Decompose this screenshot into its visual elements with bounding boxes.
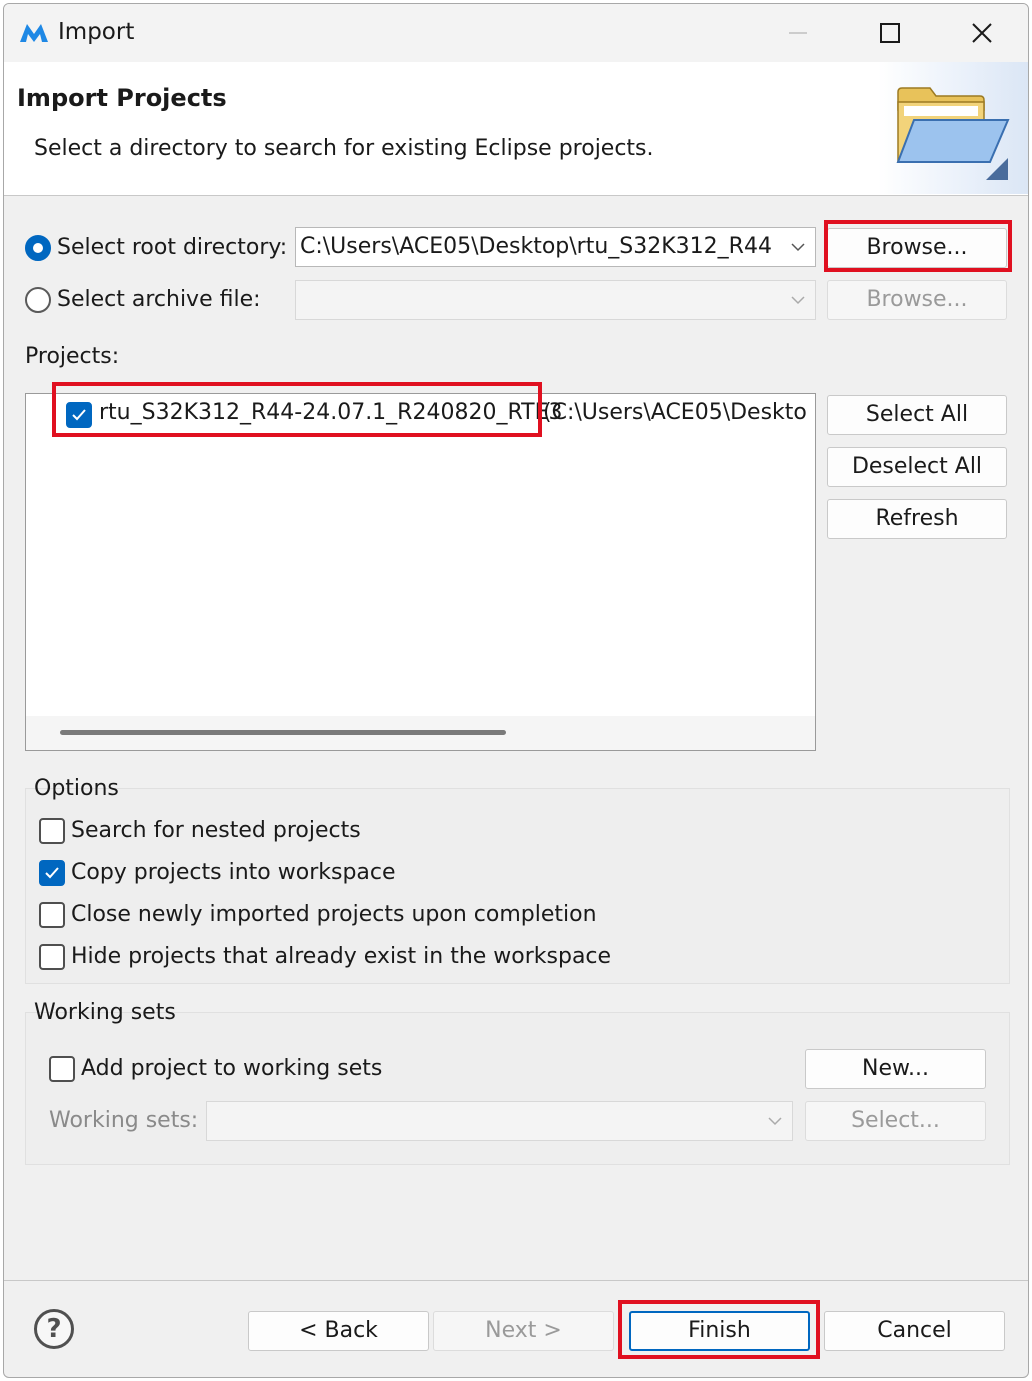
refresh-button[interactable]: Refresh bbox=[827, 499, 1007, 539]
browse-archive-button[interactable]: Browse... bbox=[827, 280, 1007, 320]
select-all-button[interactable]: Select All bbox=[827, 395, 1007, 435]
select-working-sets-button[interactable]: Select... bbox=[805, 1101, 986, 1141]
page-description: Select a directory to search for existin… bbox=[34, 136, 654, 161]
select-root-directory-label: Select root directory: bbox=[57, 235, 288, 260]
maximize-icon bbox=[880, 23, 900, 43]
browse-directory-button[interactable]: Browse... bbox=[827, 228, 1007, 268]
project-name[interactable]: rtu_S32K312_R44-24.07.1_R240820_RTE3 bbox=[99, 400, 562, 425]
app-logo-icon bbox=[20, 24, 48, 42]
projects-label: Projects: bbox=[25, 344, 120, 369]
search-nested-label: Search for nested projects bbox=[71, 818, 361, 843]
next-button[interactable]: Next > bbox=[433, 1311, 614, 1351]
select-archive-file-radio[interactable] bbox=[25, 287, 51, 313]
finish-button[interactable]: Finish bbox=[629, 1311, 810, 1351]
chevron-down-icon bbox=[768, 1117, 782, 1126]
copy-into-workspace-checkbox[interactable] bbox=[39, 860, 65, 886]
cancel-button[interactable]: Cancel bbox=[824, 1311, 1005, 1351]
projects-list[interactable]: rtu_S32K312_R44-24.07.1_R240820_RTE3 (C:… bbox=[25, 393, 816, 751]
search-nested-checkbox[interactable] bbox=[39, 818, 65, 844]
back-button[interactable]: < Back bbox=[248, 1311, 429, 1351]
footer-separator bbox=[4, 1280, 1028, 1281]
project-checkbox[interactable] bbox=[66, 402, 92, 428]
new-working-set-button[interactable]: New... bbox=[805, 1049, 986, 1089]
project-path: (C:\Users\ACE05\Deskto bbox=[543, 400, 807, 425]
horizontal-scrollbar[interactable] bbox=[26, 716, 815, 750]
minimize-button[interactable] bbox=[752, 4, 844, 62]
combo-dropdown-arrow[interactable] bbox=[781, 228, 815, 266]
options-title: Options bbox=[34, 776, 119, 801]
select-root-directory-radio[interactable] bbox=[25, 235, 51, 261]
scrollbar-thumb[interactable] bbox=[60, 730, 506, 735]
working-sets-label: Working sets: bbox=[49, 1108, 199, 1133]
archive-file-combo[interactable] bbox=[295, 280, 816, 320]
chevron-down-icon bbox=[791, 243, 805, 252]
close-button[interactable] bbox=[936, 4, 1028, 62]
wizard-header: Import Projects Select a directory to se… bbox=[4, 62, 1028, 196]
page-title: Import Projects bbox=[17, 84, 227, 112]
select-archive-file-label: Select archive file: bbox=[57, 287, 261, 312]
close-icon bbox=[972, 23, 992, 43]
deselect-all-button[interactable]: Deselect All bbox=[827, 447, 1007, 487]
checkmark-icon bbox=[45, 867, 59, 879]
root-directory-combo[interactable]: C:\Users\ACE05\Desktop\rtu_S32K312_R44 bbox=[295, 227, 816, 267]
maximize-button[interactable] bbox=[844, 4, 936, 62]
add-to-working-sets-checkbox[interactable] bbox=[49, 1056, 75, 1082]
working-sets-combo[interactable] bbox=[206, 1101, 793, 1141]
import-dialog: Import Import Projects Select a director… bbox=[3, 3, 1029, 1378]
window-title: Import bbox=[58, 19, 135, 45]
title-bar: Import bbox=[4, 4, 1028, 62]
help-icon[interactable]: ? bbox=[34, 1309, 74, 1349]
header-graphic bbox=[878, 62, 1028, 194]
close-imported-label: Close newly imported projects upon compl… bbox=[71, 902, 597, 927]
folder-icon bbox=[896, 87, 1010, 180]
add-to-working-sets-label: Add project to working sets bbox=[81, 1056, 383, 1081]
root-directory-value[interactable]: C:\Users\ACE05\Desktop\rtu_S32K312_R44 bbox=[300, 234, 772, 259]
minimize-icon bbox=[789, 32, 807, 34]
close-imported-checkbox[interactable] bbox=[39, 902, 65, 928]
combo-dropdown-arrow[interactable] bbox=[781, 281, 815, 319]
working-sets-title: Working sets bbox=[34, 1000, 176, 1025]
chevron-down-icon bbox=[791, 296, 805, 305]
checkmark-icon bbox=[72, 409, 86, 421]
combo-dropdown-arrow[interactable] bbox=[758, 1102, 792, 1140]
hide-existing-checkbox[interactable] bbox=[39, 944, 65, 970]
copy-into-workspace-label: Copy projects into workspace bbox=[71, 860, 396, 885]
hide-existing-label: Hide projects that already exist in the … bbox=[71, 944, 612, 969]
